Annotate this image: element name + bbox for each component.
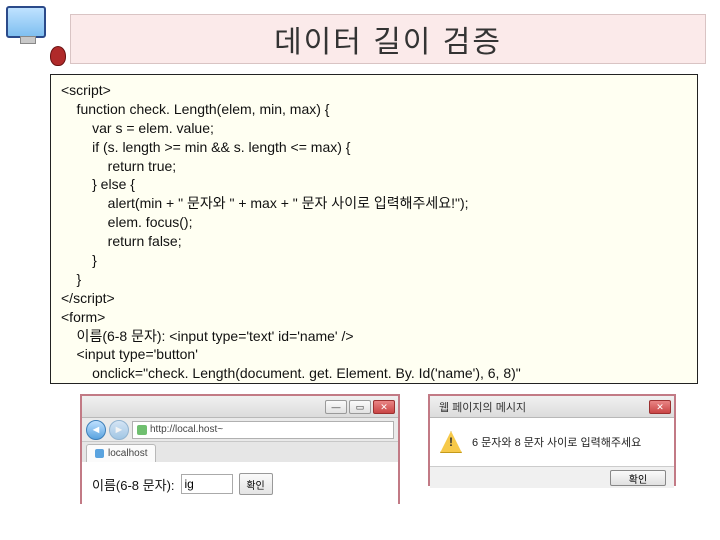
screenshot-row: — ▭ ✕ ◄ ► http://local.host~ localhost 이: [80, 394, 676, 504]
tab-icon: [95, 449, 104, 458]
browser-window-form: — ▭ ✕ ◄ ► http://local.host~ localhost 이: [80, 394, 400, 504]
tab-label: localhost: [108, 445, 147, 462]
alert-titlebar: 웹 페이지의 메시지 ✕: [430, 396, 674, 418]
page-content: 이름(6-8 문자): 확인: [82, 462, 398, 506]
address-text: http://local.host~: [150, 422, 223, 438]
alert-ok-button[interactable]: 확인: [610, 470, 666, 486]
close-button[interactable]: ✕: [373, 400, 395, 414]
name-input[interactable]: [181, 474, 233, 494]
window-titlebar: — ▭ ✕: [82, 396, 398, 418]
alert-close-button[interactable]: ✕: [649, 400, 671, 414]
back-button[interactable]: ◄: [86, 420, 106, 440]
tab-localhost[interactable]: localhost: [86, 444, 156, 462]
address-bar: ◄ ► http://local.host~: [82, 418, 398, 442]
confirm-button[interactable]: 확인: [239, 473, 273, 495]
page-title: 데이터 길이 검증: [274, 17, 502, 61]
mouse-icon: [50, 46, 66, 66]
computer-icon: [6, 6, 60, 60]
alert-message: 6 문자와 8 문자 사이로 입력해주세요: [472, 434, 641, 450]
tab-row: localhost: [82, 442, 398, 462]
site-icon: [137, 425, 147, 435]
alert-footer: 확인: [430, 466, 674, 488]
code-block: <script> function check. Length(elem, mi…: [50, 74, 698, 384]
alert-dialog: 웹 페이지의 메시지 ✕ 6 문자와 8 문자 사이로 입력해주세요 확인: [428, 394, 676, 486]
alert-body: 6 문자와 8 문자 사이로 입력해주세요: [430, 418, 674, 466]
forward-button[interactable]: ►: [109, 420, 129, 440]
alert-title: 웹 페이지의 메시지: [433, 399, 647, 415]
address-field[interactable]: http://local.host~: [132, 421, 394, 439]
slide: 데이터 길이 검증 <script> function check. Lengt…: [0, 0, 720, 540]
warning-icon: [440, 431, 462, 453]
minimize-button[interactable]: —: [325, 400, 347, 414]
maximize-button[interactable]: ▭: [349, 400, 371, 414]
monitor-icon: [6, 6, 46, 38]
form-label: 이름(6-8 문자):: [92, 475, 175, 494]
title-bar: 데이터 길이 검증: [70, 14, 706, 64]
